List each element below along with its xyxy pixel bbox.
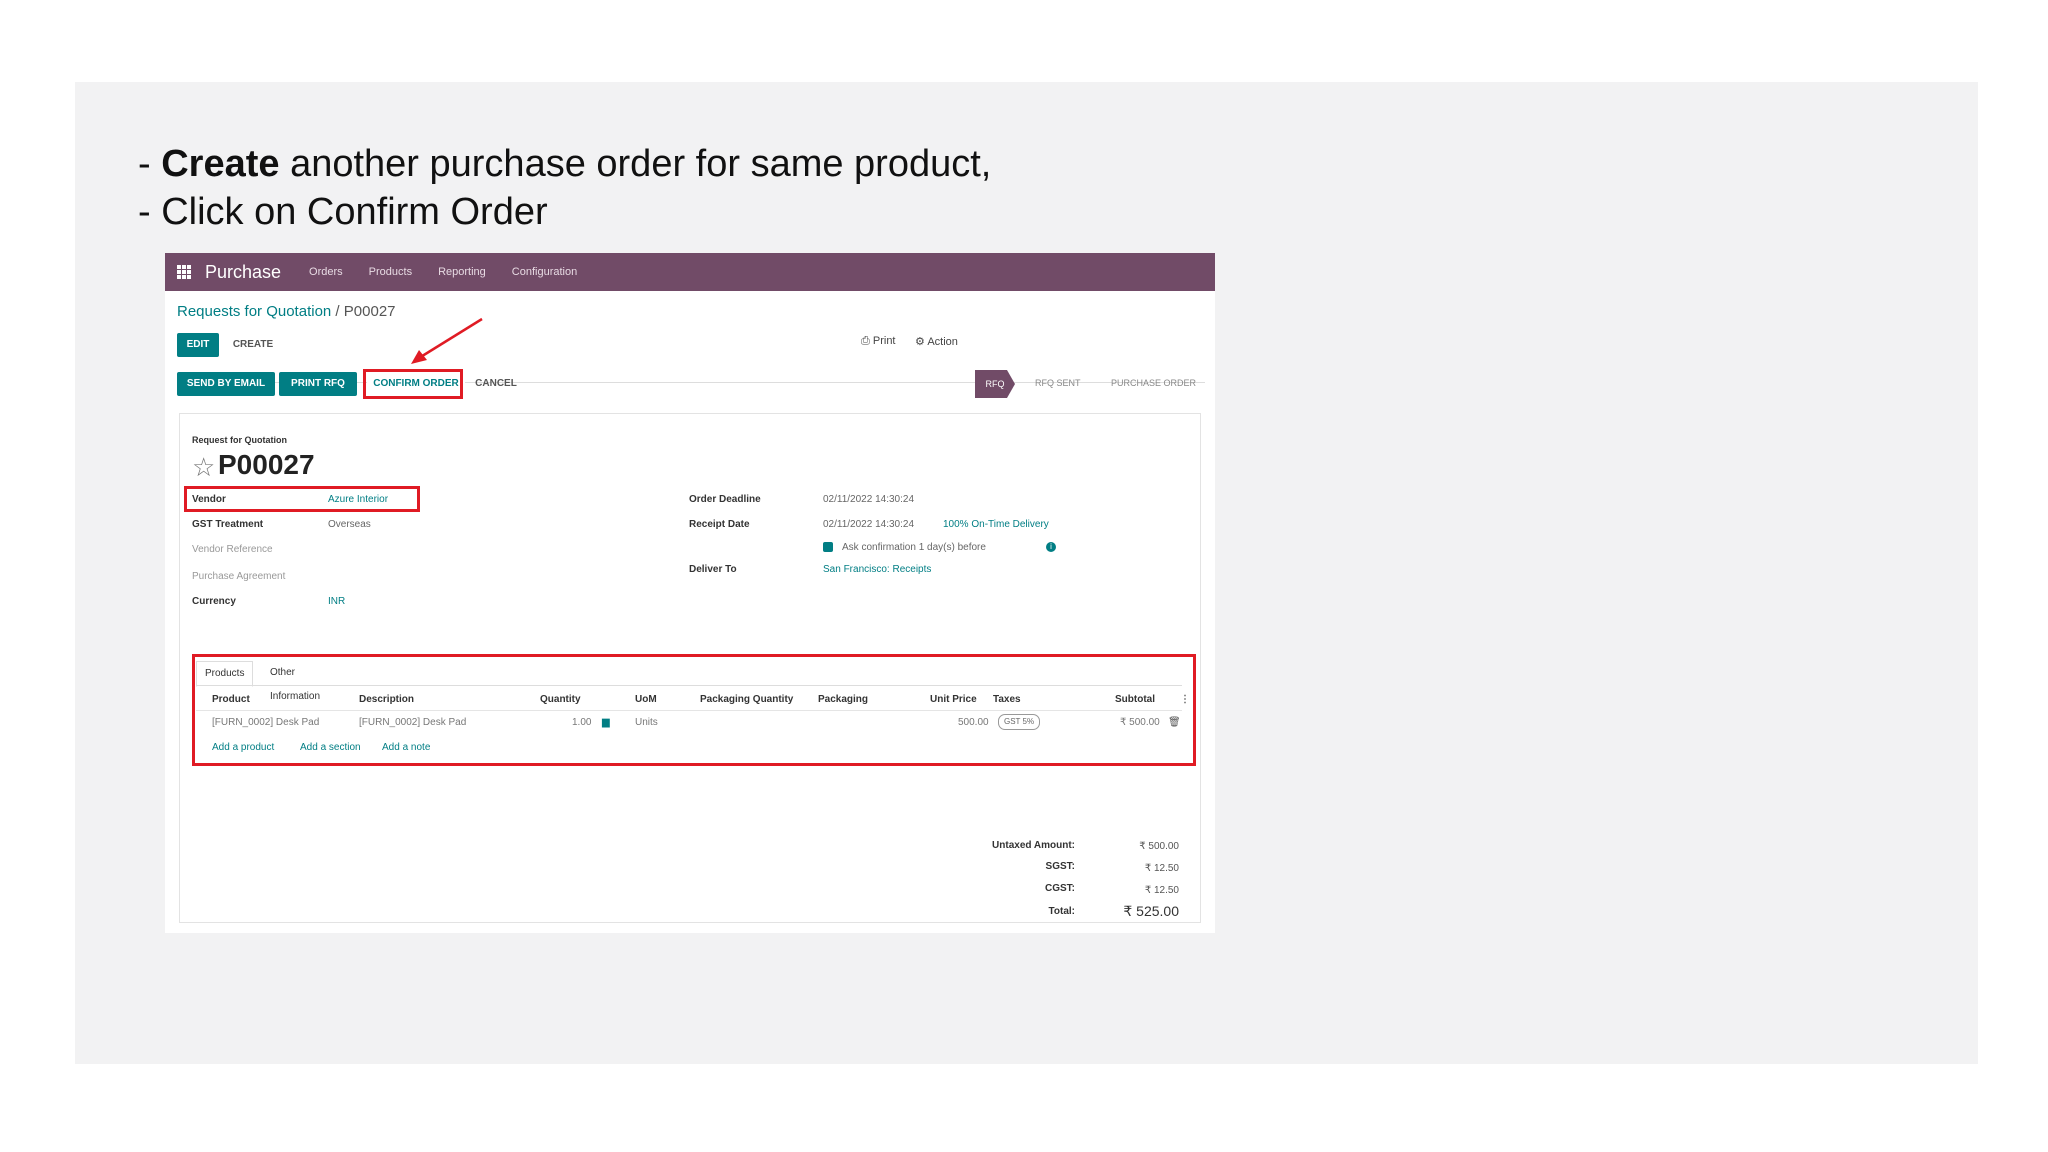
currency-field[interactable]: INR: [328, 596, 345, 607]
status-rfq-sent[interactable]: RFQ SENT: [1035, 378, 1081, 388]
order-deadline-label: Order Deadline: [689, 494, 761, 505]
star-icon[interactable]: ☆: [192, 452, 215, 483]
confirm-order-highlight: [363, 369, 463, 399]
purchase-agreement-label: Purchase Agreement: [192, 571, 286, 582]
print-icon: ⎙: [861, 335, 870, 347]
apps-menu-icon[interactable]: [177, 265, 191, 279]
top-navbar: Purchase Orders Products Reporting Confi…: [165, 253, 1215, 291]
order-lines-highlight: [192, 654, 1196, 766]
action-menu[interactable]: ⚙ Action: [915, 335, 958, 348]
total-value: ₹ 525.00: [1123, 903, 1179, 919]
gear-icon: ⚙: [915, 336, 925, 348]
menu-orders[interactable]: Orders: [309, 266, 343, 278]
print-menu[interactable]: ⎙ Print: [861, 335, 896, 348]
sgst-value: ₹ 12.50: [1144, 863, 1179, 874]
menu-reporting[interactable]: Reporting: [438, 266, 486, 278]
edit-button[interactable]: EDIT: [177, 333, 219, 357]
on-time-delivery[interactable]: 100% On-Time Delivery: [943, 519, 1049, 530]
send-by-email-button[interactable]: SEND BY EMAIL: [177, 372, 275, 396]
form-sheet: Request for Quotation ☆ P00027 Vendor Az…: [179, 413, 1201, 923]
deliver-to-label: Deliver To: [689, 564, 737, 575]
info-icon[interactable]: i: [1046, 542, 1056, 552]
untaxed-amount-label: Untaxed Amount:: [992, 840, 1075, 851]
odoo-window: Purchase Orders Products Reporting Confi…: [165, 253, 1215, 933]
currency-label: Currency: [192, 596, 236, 607]
cancel-button[interactable]: CANCEL: [469, 372, 523, 396]
receipt-date-label: Receipt Date: [689, 519, 750, 530]
app-name[interactable]: Purchase: [205, 262, 281, 283]
breadcrumb: Requests for Quotation / P00027: [177, 303, 396, 320]
print-rfq-button[interactable]: PRINT RFQ: [279, 372, 357, 396]
page-title: P00027: [218, 449, 315, 480]
total-label: Total:: [1048, 906, 1075, 917]
sgst-label: SGST:: [1045, 861, 1075, 872]
menu-products[interactable]: Products: [369, 266, 412, 278]
breadcrumb-current: P00027: [343, 303, 396, 320]
breadcrumb-parent[interactable]: Requests for Quotation: [177, 303, 331, 320]
cgst-value: ₹ 12.50: [1144, 885, 1179, 896]
gst-treatment-field[interactable]: Overseas: [328, 519, 371, 530]
cgst-label: CGST:: [1045, 883, 1075, 894]
doc-type-label: Request for Quotation: [192, 435, 287, 445]
receipt-date-field[interactable]: 02/11/2022 14:30:24: [823, 519, 914, 530]
gst-treatment-label: GST Treatment: [192, 519, 264, 530]
instructions: - Create another purchase order for same…: [138, 140, 991, 236]
instruction-line-2: - Click on Confirm Order: [138, 191, 548, 233]
order-deadline-field[interactable]: 02/11/2022 14:30:24: [823, 494, 914, 505]
ask-confirmation-checkbox[interactable]: [823, 542, 833, 552]
create-button[interactable]: CREATE: [223, 333, 283, 357]
status-rfq[interactable]: RFQ: [975, 370, 1015, 398]
instruction-line-1: - Create another purchase order for same…: [138, 143, 992, 185]
create-keyword: Create: [161, 143, 280, 185]
deliver-to-field[interactable]: San Francisco: Receipts: [823, 564, 931, 575]
vendor-highlight: [184, 486, 420, 512]
ask-confirmation-text: Ask confirmation 1 day(s) before: [842, 542, 986, 553]
untaxed-amount-value: ₹ 500.00: [1139, 841, 1179, 852]
vendor-reference-label: Vendor Reference: [192, 544, 273, 555]
menu-configuration[interactable]: Configuration: [512, 266, 577, 278]
status-purchase-order[interactable]: PURCHASE ORDER: [1111, 378, 1196, 388]
annotation-arrow-icon: [411, 317, 483, 364]
